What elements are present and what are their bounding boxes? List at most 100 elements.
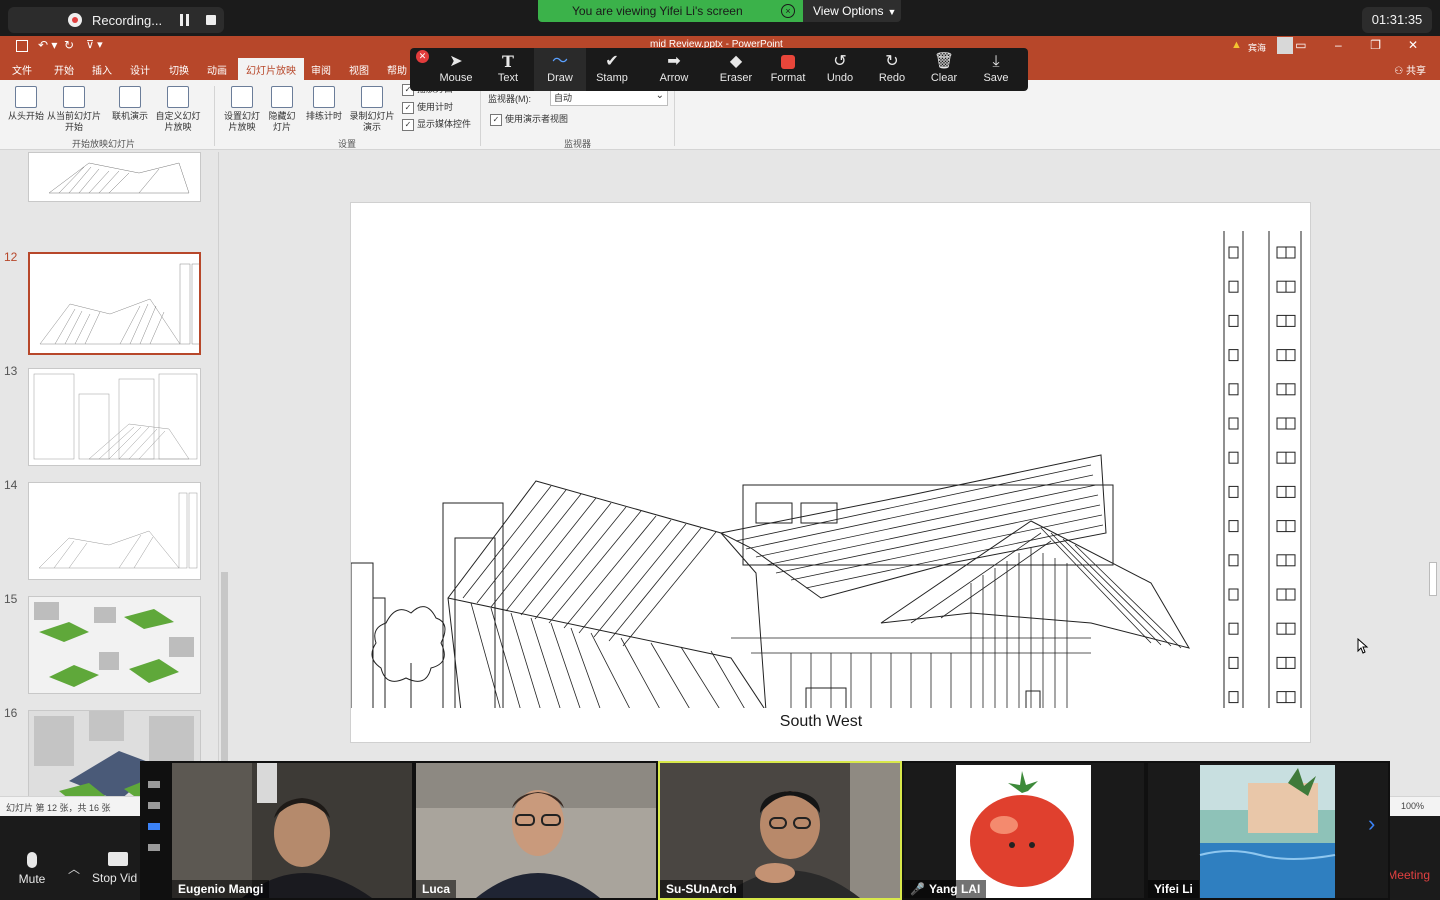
tower-window <box>1228 554 1239 567</box>
hide-slide-label: 隐藏幻灯片 <box>268 111 296 132</box>
thumbnails-scrollbar[interactable] <box>218 152 230 800</box>
layout-active-icon[interactable] <box>148 823 160 830</box>
annotate-redo-button[interactable]: ↻ Redo <box>866 48 918 91</box>
trash-icon: 🗑 <box>933 53 955 70</box>
tower-window <box>1228 349 1239 362</box>
annotate-stamp-button[interactable]: ✔ Stamp <box>586 48 638 91</box>
annotate-clear-button[interactable]: 🗑 Clear <box>918 48 970 91</box>
viewing-banner-text: You are viewing Yifei Li's screen <box>572 4 743 18</box>
scrollbar-thumb[interactable] <box>221 572 228 772</box>
stop-recording-icon[interactable] <box>206 15 216 25</box>
view-options-button[interactable]: View Options ▼ <box>803 0 901 22</box>
tab-review[interactable]: 审阅 <box>311 62 331 77</box>
close-icon[interactable]: ✕ <box>1396 38 1430 52</box>
layout-hide-icon[interactable] <box>148 781 160 788</box>
tab-view[interactable]: 视图 <box>349 62 369 77</box>
pause-recording-icon[interactable] <box>180 14 190 26</box>
microphone-icon <box>27 852 37 868</box>
arrow-cursor-icon: ➤ <box>449 53 463 70</box>
participant-tile[interactable]: Eugenio Mangi <box>172 763 412 898</box>
stop-video-label: Stop Vid <box>92 871 138 885</box>
user-name[interactable]: 宾海 <box>1248 41 1266 54</box>
tab-insert[interactable]: 插入 <box>92 62 112 77</box>
online-present-button[interactable]: 联机演示 <box>110 86 150 122</box>
annotate-tool-label: Mouse <box>439 72 473 84</box>
custom-slideshow-button[interactable]: 自定义幻灯片放映 <box>152 86 204 133</box>
ribbon-display-icon[interactable]: ▭ <box>1284 38 1318 52</box>
annotate-text-button[interactable]: T Text <box>482 48 534 91</box>
minimize-icon[interactable]: – <box>1321 38 1355 52</box>
zoom-percentage[interactable]: 100% <box>1401 801 1424 811</box>
end-meeting-button[interactable]: Meeting <box>1387 868 1430 882</box>
online-present-label: 联机演示 <box>111 111 148 121</box>
tab-design[interactable]: 设计 <box>130 62 150 77</box>
customize-qat-icon[interactable]: ⊽ ▾ <box>86 38 103 51</box>
setup-slideshow-button[interactable]: 设置幻灯片放映 <box>220 86 264 133</box>
monitor-label: 监视器(M): <box>488 94 531 104</box>
slide-scrollbar[interactable] <box>1426 152 1440 800</box>
tab-animations[interactable]: 动画 <box>207 62 227 77</box>
slide-thumb-image <box>29 597 200 693</box>
undo-icon[interactable]: ↶ ▾ <box>38 38 57 52</box>
next-page-chevron-icon[interactable]: › <box>1368 811 1375 837</box>
slide-thumb-image <box>39 263 199 345</box>
gallery-layout-switcher[interactable] <box>148 781 164 865</box>
participant-name-text: Yang LAI <box>928 882 981 896</box>
zoom-top-bar: i Recording... You are viewing Yifei Li'… <box>0 0 1440 36</box>
audio-options-chevron-icon[interactable]: ︿ <box>68 860 80 877</box>
tab-help[interactable]: 帮助 <box>387 62 407 77</box>
squiggle-icon: 〜 <box>551 53 568 70</box>
tab-file[interactable]: 文件 <box>12 62 32 77</box>
current-slide[interactable]: South West <box>350 202 1312 743</box>
tab-home[interactable]: 开始 <box>54 62 74 77</box>
tab-slideshow[interactable]: 幻灯片放映 <box>238 58 304 80</box>
save-icon[interactable] <box>16 40 28 52</box>
tower-window <box>1228 485 1239 498</box>
undo-icon: ↺ <box>833 53 847 70</box>
presenter-view-checkbox[interactable]: 使用演示者视图 <box>490 112 568 126</box>
video-feed <box>660 763 900 898</box>
participant-tile[interactable]: Luca <box>416 763 656 898</box>
annotate-draw-button[interactable]: 〜 Draw <box>534 48 586 91</box>
show-media-controls-checkbox[interactable]: 显示媒体控件 <box>402 117 471 131</box>
from-beginning-button[interactable]: 从头开始 <box>6 86 46 122</box>
ribbon-divider <box>480 86 481 146</box>
use-timings-checkbox[interactable]: 使用计时 <box>402 100 453 114</box>
record-slideshow-button[interactable]: 录制幻灯片演示 <box>346 86 398 133</box>
annotate-eraser-button[interactable]: ◆ Eraser <box>710 48 762 91</box>
annotate-undo-button[interactable]: ↺ Undo <box>814 48 866 91</box>
banner-close-icon[interactable]: × <box>781 4 795 18</box>
rehearse-timings-button[interactable]: 排练计时 <box>304 86 344 122</box>
participant-tile[interactable]: 🎤 Yang LAI <box>904 763 1144 898</box>
from-beginning-label: 从头开始 <box>7 111 44 121</box>
warning-icon[interactable]: ▲ <box>1231 39 1242 51</box>
slide-thumbnail[interactable] <box>28 482 201 580</box>
slide-thumbnail[interactable] <box>28 152 201 202</box>
stop-video-button[interactable]: Stop Vid <box>92 852 137 885</box>
slide-thumbnail[interactable] <box>28 368 201 466</box>
annotate-format-button[interactable]: Format <box>762 48 814 91</box>
slide-thumbnail-selected[interactable] <box>28 252 201 355</box>
from-current-button[interactable]: 从当前幻灯片开始 <box>46 86 102 133</box>
layout-grid-icon[interactable] <box>148 844 160 851</box>
restore-icon[interactable]: ❐ <box>1359 38 1393 52</box>
scrollbar-thumb[interactable] <box>1429 562 1437 596</box>
group-label-monitor: 监视器 <box>564 139 592 149</box>
annotate-mouse-button[interactable]: ➤ Mouse <box>430 48 482 91</box>
layout-strip-icon[interactable] <box>148 802 160 809</box>
mute-button[interactable]: Mute <box>12 852 52 886</box>
annotate-arrow-button[interactable]: ➡ Arrow <box>648 48 700 91</box>
tab-transitions[interactable]: 切换 <box>169 62 189 77</box>
monitor-select[interactable]: 自动 <box>550 89 668 106</box>
custom-slideshow-label: 自定义幻灯片放映 <box>155 111 201 132</box>
share-button[interactable]: ⚇ 共享 <box>1394 62 1426 77</box>
hide-slide-button[interactable]: 隐藏幻灯片 <box>266 86 298 133</box>
participant-tile[interactable]: Yifei Li <box>1148 763 1388 898</box>
tower-window <box>1228 383 1239 396</box>
annotate-save-button[interactable]: ⤓ Save <box>970 48 1022 91</box>
from-current-label: 从当前幻灯片开始 <box>46 111 101 132</box>
participant-tile-active-speaker[interactable]: Su-SUnArch <box>658 761 902 900</box>
close-annotation-icon[interactable]: ✕ <box>416 50 429 63</box>
slide-thumbnail[interactable] <box>28 596 201 694</box>
redo-icon[interactable]: ↻ <box>64 38 74 52</box>
